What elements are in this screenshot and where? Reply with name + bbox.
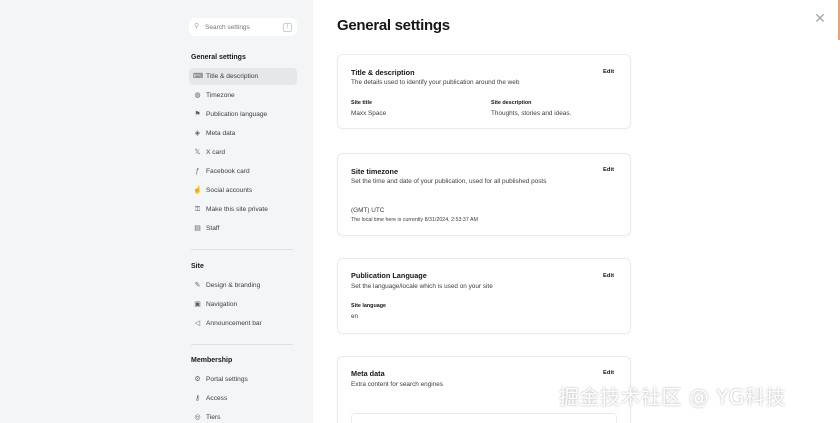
site-title-value: Maxx Space	[351, 110, 387, 117]
lock-icon: ⚿	[194, 206, 201, 213]
section-title-membership: Membership	[191, 357, 233, 364]
sidebar-item-label: Make this site private	[206, 206, 268, 213]
sidebar-item-meta-data[interactable]: ◈ Meta data	[189, 125, 297, 142]
tiers-icon: ◎	[194, 414, 201, 421]
sidebar-item-announcement-bar[interactable]: ◁ Announcement bar	[189, 315, 297, 332]
sidebar-item-navigation[interactable]: ▣ Navigation	[189, 296, 297, 313]
portal-icon: ⚙	[194, 376, 201, 383]
edit-timezone-button[interactable]: Edit	[603, 167, 614, 173]
close-icon[interactable]: ✕	[813, 11, 827, 25]
sidebar-item-label: Title & description	[206, 73, 259, 80]
search-icon: ⚲	[194, 23, 200, 30]
publication-language-card: Publication Language Set the language/lo…	[337, 258, 631, 334]
sidebar-item-make-this-site-private[interactable]: ⚿ Make this site private	[189, 201, 297, 218]
site-title-label: Site title	[351, 100, 372, 106]
settings-sidebar: ⚲ / General settings ⌨Title & descriptio…	[0, 0, 313, 423]
sidebar-item-portal-settings[interactable]: ⚙ Portal settings	[189, 371, 297, 388]
title-description-card: Title & description The details used to …	[337, 54, 631, 129]
sidebar-item-social-accounts[interactable]: ☝ Social accounts	[189, 182, 297, 199]
settings-main: General settings ✕ Title & description T…	[313, 0, 840, 423]
site-language-label: Site language	[351, 303, 387, 309]
card-description: The details used to identify your public…	[351, 79, 520, 86]
sidebar-divider	[191, 344, 293, 345]
megaphone-icon: ◁	[194, 320, 201, 327]
local-time-note: The local time here is currently 8/31/20…	[351, 217, 478, 223]
sidebar-item-title-description[interactable]: ⌨ Title & description	[189, 68, 297, 85]
navigation-icon: ▣	[194, 301, 201, 308]
edit-language-button[interactable]: Edit	[603, 273, 614, 279]
sidebar-item-label: Portal settings	[206, 376, 248, 383]
meta-preview-box	[351, 413, 617, 423]
page-title: General settings	[337, 17, 450, 34]
sidebar-item-label: Timezone	[206, 92, 235, 99]
language-icon: ⚑	[194, 111, 201, 118]
shortcut-key-hint: /	[283, 22, 292, 32]
card-title: Title & description	[351, 68, 415, 77]
site-language-value: en	[351, 313, 359, 320]
edit-meta-data-button[interactable]: Edit	[603, 370, 614, 376]
sidebar-item-design-branding[interactable]: ✎ Design & branding	[189, 277, 297, 294]
card-description: Set the time and date of your publicatio…	[351, 178, 547, 185]
globe-icon: ◍	[194, 92, 201, 99]
sidebar-item-access[interactable]: ⚷ Access	[189, 390, 297, 407]
sidebar-item-label: X card	[206, 149, 226, 156]
card-title: Site timezone	[351, 167, 399, 176]
watermark-text: 掘金技术社区 @ YG科技	[559, 385, 786, 409]
sidebar-item-staff[interactable]: ▤ Staff	[189, 220, 297, 237]
sidebar-item-label: Publication language	[206, 111, 268, 118]
sidebar-item-label: Announcement bar	[206, 320, 262, 327]
site-description-value: Thoughts, stories and ideas.	[491, 110, 572, 117]
search-input[interactable]	[205, 23, 283, 31]
sidebar-item-x-card[interactable]: 𝕏 X card	[189, 144, 297, 161]
sidebar-item-label: Staff	[206, 225, 220, 232]
section-title-general: General settings	[191, 54, 246, 61]
timezone-value: (GMT) UTC	[351, 207, 385, 214]
sidebar-item-timezone[interactable]: ◍ Timezone	[189, 87, 297, 104]
facebook-icon: ƒ	[195, 168, 200, 175]
brush-icon: ✎	[194, 282, 201, 289]
x-logo-icon: 𝕏	[194, 149, 201, 156]
layers-icon: ◈	[194, 130, 201, 137]
sidebar-item-label: Facebook card	[206, 168, 250, 175]
sidebar-item-publication-language[interactable]: ⚑ Publication language	[189, 106, 297, 123]
edit-title-description-button[interactable]: Edit	[603, 69, 614, 75]
search-settings-field[interactable]: ⚲ /	[189, 18, 297, 36]
sidebar-item-label: Meta data	[206, 130, 236, 137]
key-icon: ⚷	[194, 395, 201, 402]
section-title-site: Site	[191, 263, 204, 270]
card-title: Meta data	[351, 369, 385, 378]
sidebar-divider	[191, 249, 293, 250]
sidebar-item-facebook-card[interactable]: ƒ Facebook card	[189, 163, 297, 180]
thumbs-up-icon: ☝	[193, 187, 202, 194]
sidebar-item-label: Design & branding	[206, 282, 261, 289]
sidebar-item-label: Social accounts	[206, 187, 253, 194]
sidebar-item-label: Tiers	[206, 414, 221, 421]
card-title: Publication Language	[351, 271, 427, 280]
staff-icon: ▤	[194, 225, 201, 232]
site-timezone-card: Site timezone Set the time and date of y…	[337, 153, 631, 236]
sidebar-item-label: Navigation	[206, 301, 238, 308]
sidebar-item-label: Access	[206, 395, 228, 402]
sidebar-item-tiers[interactable]: ◎ Tiers	[189, 409, 297, 423]
title-icon: ⌨	[193, 73, 204, 80]
card-description: Set the language/locale which is used on…	[351, 283, 493, 290]
card-description: Extra content for search engines	[351, 381, 444, 388]
site-description-label: Site description	[491, 100, 532, 106]
